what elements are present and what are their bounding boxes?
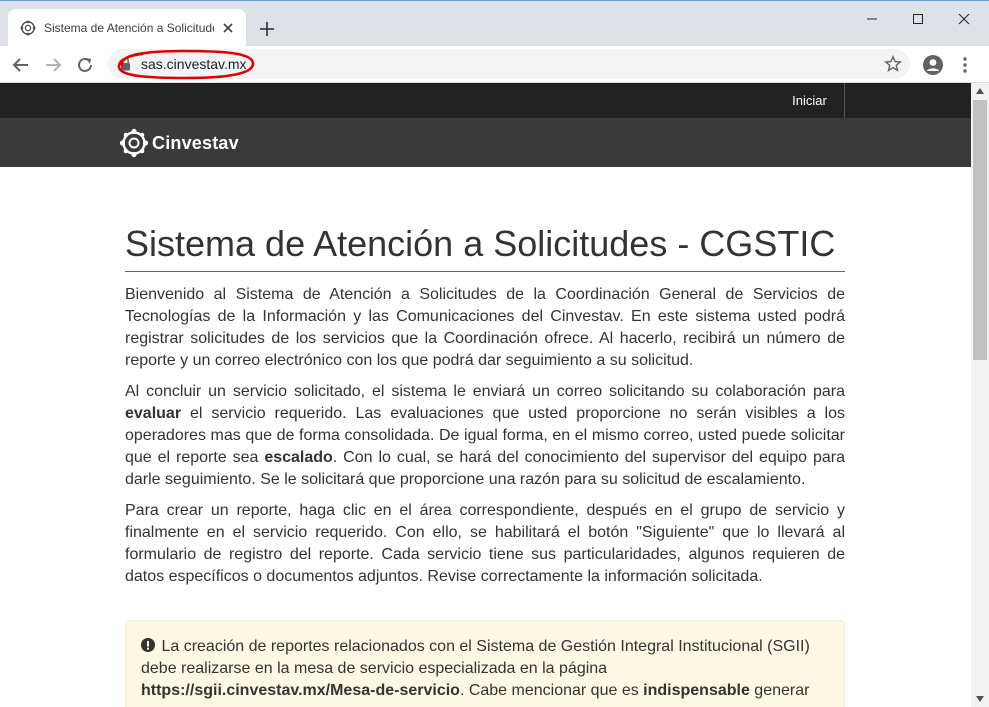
- scroll-up-button[interactable]: [971, 83, 989, 99]
- instructions-paragraph: Para crear un reporte, haga clic en el á…: [125, 502, 845, 585]
- scroll-down-button[interactable]: [971, 691, 989, 707]
- maximize-icon: [913, 14, 923, 24]
- text-segment: La creación de reportes relacionados con…: [141, 638, 810, 677]
- reload-button[interactable]: [74, 54, 96, 76]
- star-icon[interactable]: [884, 55, 902, 73]
- back-arrow-icon: [12, 58, 28, 72]
- plus-icon[interactable]: [258, 20, 276, 38]
- brand-logo-link[interactable]: Cinvestav: [118, 126, 239, 160]
- browser-tab[interactable]: Sistema de Atención a Solicitudes: [8, 9, 246, 47]
- alert-text: La creación de reportes relacionados con…: [141, 636, 829, 702]
- brand-bar: Cinvestav: [0, 118, 971, 167]
- nav-iniciar-link[interactable]: Iniciar: [775, 83, 845, 118]
- close-window-button[interactable]: [941, 7, 987, 31]
- maximize-button[interactable]: [895, 7, 941, 31]
- intro-paragraph: Bienvenido al Sistema de Atención a Soli…: [125, 286, 845, 369]
- text-segment: generar: [749, 682, 810, 699]
- main-content: Sistema de Atención a Solicitudes - CGST…: [125, 223, 845, 597]
- text-segment: . Cabe mencionar que es: [459, 682, 644, 699]
- triangle-down-icon: [976, 696, 984, 702]
- tab-strip: Sistema de Atención a Solicitudes: [0, 0, 989, 47]
- close-icon[interactable]: [220, 20, 236, 36]
- evaluation-paragraph: Al concluir un servicio solicitado, el s…: [125, 381, 845, 491]
- lock-icon: [121, 57, 130, 71]
- scroll-thumb[interactable]: [973, 100, 987, 360]
- forward-button[interactable]: [42, 54, 64, 76]
- bold-indispensable: indispensable: [643, 682, 750, 699]
- page-title: Sistema de Atención a Solicitudes - CGST…: [125, 223, 845, 272]
- page-viewport: Iniciar Cinvestav Sistema de Atención a …: [0, 83, 971, 707]
- cinvestav-logo-icon: [119, 128, 149, 158]
- sgii-link[interactable]: https://sgii.cinvestav.mx/Mesa-de-servic…: [141, 682, 460, 699]
- triangle-up-icon: [976, 88, 984, 94]
- vertical-scrollbar[interactable]: [971, 83, 989, 707]
- cinvestav-logo-icon: [20, 20, 36, 36]
- site-top-nav: Iniciar: [0, 83, 971, 118]
- reload-icon: [78, 57, 92, 72]
- tab-title: Sistema de Atención a Solicitudes: [44, 21, 214, 35]
- minimize-button[interactable]: [849, 7, 895, 31]
- back-button[interactable]: [10, 54, 32, 76]
- bold-escalado: escalado: [264, 449, 333, 466]
- brand-name: Cinvestav: [152, 132, 239, 153]
- url-text: sas.cinvestav.mx: [141, 56, 247, 72]
- bold-evaluar: evaluar: [125, 405, 182, 422]
- close-icon: [958, 13, 970, 25]
- warning-alert: La creación de reportes relacionados con…: [125, 620, 845, 707]
- address-bar[interactable]: sas.cinvestav.mx: [108, 49, 910, 79]
- account-icon[interactable]: [922, 54, 944, 76]
- minimize-icon: [867, 18, 877, 20]
- browser-toolbar: sas.cinvestav.mx: [0, 46, 989, 83]
- text-segment: Al concluir un servicio solicitado, el s…: [125, 383, 845, 400]
- exclamation-circle-icon: [141, 638, 155, 652]
- more-vert-icon[interactable]: [957, 55, 973, 75]
- forward-arrow-icon: [46, 58, 62, 72]
